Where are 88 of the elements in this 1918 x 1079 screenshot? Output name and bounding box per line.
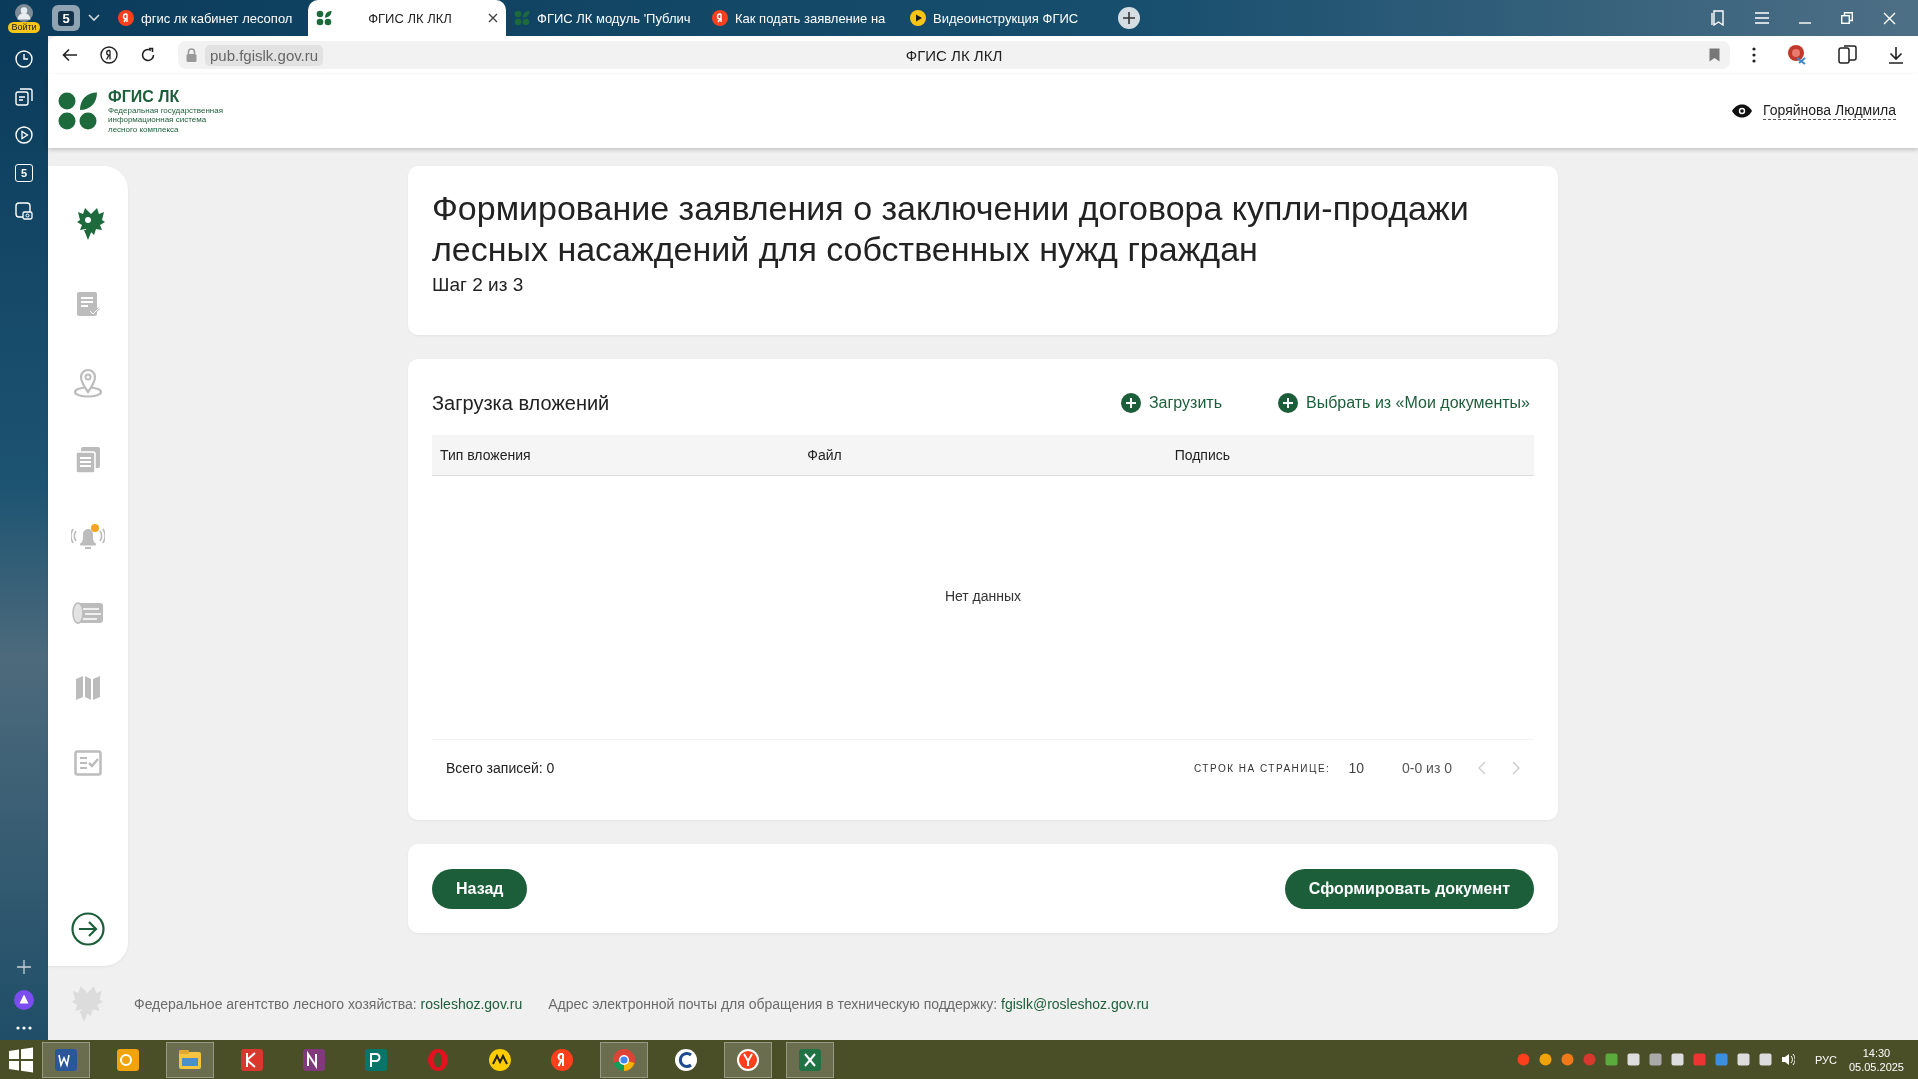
sidebar-panel-icon[interactable] — [1838, 45, 1858, 65]
tray-icon[interactable] — [1560, 1053, 1574, 1066]
start-windows-icon[interactable] — [8, 1046, 34, 1073]
logo-title: ФГИС ЛК — [108, 87, 181, 106]
tray-icon[interactable] — [1538, 1053, 1552, 1066]
column-header: Тип вложения — [439, 447, 532, 463]
rows-per-page-select[interactable]: 10 — [1348, 760, 1364, 776]
tray-icon[interactable] — [1604, 1053, 1618, 1066]
step-indicator: Шаг 2 из 3 — [432, 274, 524, 296]
kebab-menu-icon[interactable] — [1752, 47, 1756, 63]
tray-icon[interactable] — [1648, 1053, 1662, 1066]
profile-avatar-icon[interactable] — [15, 3, 33, 22]
new-tab-button[interactable] — [1118, 7, 1140, 29]
taskbar-app-icon[interactable] — [786, 1041, 834, 1078]
more-dots-icon[interactable] — [16, 1026, 32, 1030]
page-heading: Формирование заявления о заключении договора купли-продажи лесных насаждений для собственных нужд граждан — [432, 188, 1470, 270]
close-icon[interactable] — [488, 13, 498, 23]
column-header: Подпись — [1173, 447, 1232, 463]
download-icon[interactable] — [1888, 46, 1904, 64]
page-range: 0-0 из 0 — [1401, 760, 1452, 776]
counter-badge[interactable]: 5 — [15, 164, 33, 182]
tray-icon[interactable] — [1758, 1053, 1772, 1066]
plus-icon — [1123, 12, 1135, 24]
browser-tab[interactable]: фгис лк кабинет лесопол — [110, 0, 308, 36]
total-count: Всего записей: 0 — [446, 760, 555, 776]
back-arrow-icon[interactable] — [62, 48, 78, 62]
chevron-down-icon[interactable] — [88, 14, 100, 22]
tray-icon[interactable] — [1670, 1053, 1684, 1066]
bookmark-icon[interactable] — [1709, 48, 1720, 62]
arrow-circle-icon[interactable] — [71, 912, 105, 946]
taskbar-app-icon[interactable] — [42, 1041, 90, 1078]
four-leaf-logo-icon — [514, 10, 530, 26]
logo-subtitle: Федеральная государственная — [108, 105, 223, 116]
tray-icon[interactable] — [1626, 1053, 1640, 1066]
plus-icon[interactable] — [17, 960, 31, 974]
page-title: ФГИС ЛК ЛКЛ — [905, 46, 1003, 64]
rows-per-page-label: СТРОК НА СТРАНИЦЕ: — [1193, 762, 1331, 774]
yandex-logo-icon[interactable] — [100, 46, 118, 64]
tray-icon[interactable] — [1714, 1053, 1728, 1066]
yandex-favicon-icon — [118, 10, 134, 26]
clock[interactable]: 14:30 05.05.2025 — [1848, 1045, 1904, 1074]
footer-link[interactable]: rosleshoz.gov.ru — [420, 995, 523, 1012]
footer-text: Федеральное агентство лесного хозяйства: rosleshoz.gov.ru — [134, 995, 523, 1012]
user-name-link[interactable]: Горяйнова Людмила — [1763, 102, 1896, 120]
submit-button[interactable]: Сформировать документ — [1284, 868, 1534, 909]
four-leaf-logo-icon — [58, 91, 98, 131]
play-favicon-icon — [910, 10, 926, 26]
screenshot-camera-icon[interactable] — [15, 202, 33, 220]
footer-link[interactable]: fgislk@rosleshoz.gov.ru — [1001, 995, 1149, 1012]
play-icon[interactable] — [15, 126, 33, 144]
tray-icon[interactable] — [1736, 1053, 1750, 1066]
taskbar-app-icon[interactable] — [724, 1041, 772, 1078]
extension-badge-icon[interactable] — [1786, 44, 1808, 66]
browser-tab[interactable]: Как подать заявление на — [704, 0, 902, 36]
address-field[interactable]: pub.fgislk.gov.ru ФГИС ЛК ЛКЛ — [178, 41, 1730, 69]
plus-circle-icon — [1278, 393, 1298, 413]
four-leaf-logo-icon — [316, 10, 332, 26]
bookmarks-icon[interactable] — [1711, 10, 1725, 26]
checklist-icon[interactable] — [74, 750, 102, 776]
logo-subtitle: лесного комплекса — [108, 124, 180, 135]
document-check-icon[interactable] — [74, 290, 102, 318]
assistant-icon[interactable] — [14, 990, 34, 1010]
footer-text: Адрес электронной почты для обращения в техническую поддержку: fgislk@rosleshoz.gov.ru — [548, 995, 1149, 1012]
tab-count-button[interactable]: 5 — [52, 5, 80, 31]
section-heading: Загрузка вложений — [432, 391, 611, 415]
taskbar-app-icon[interactable] — [166, 1041, 214, 1078]
yandex-favicon-icon — [712, 10, 728, 26]
add-link-button[interactable]: Загрузить — [1116, 389, 1226, 417]
browser-tab[interactable]: ФГИС ЛК ЛКЛ — [308, 0, 506, 36]
taskbar-app-icon[interactable] — [600, 1041, 648, 1078]
menu-icon[interactable] — [1755, 12, 1769, 24]
collections-icon[interactable] — [15, 88, 33, 106]
browser-tab[interactable]: ФГИС ЛК модуль 'Публич — [506, 0, 704, 36]
empty-message: Нет данных — [944, 587, 1022, 604]
speaker-icon[interactable] — [1780, 1053, 1795, 1066]
language-indicator[interactable]: РУС — [1814, 1053, 1837, 1066]
history-icon[interactable] — [15, 50, 33, 68]
lock-icon — [186, 48, 197, 62]
logo-subtitle: информационная система — [108, 115, 208, 125]
back-button[interactable]: Назад — [432, 868, 528, 909]
browser-tab[interactable]: Видеоинструкция ФГИС — [902, 0, 1100, 36]
plus-circle-icon — [1120, 393, 1141, 413]
eye-icon — [1731, 104, 1754, 118]
sign-in-label[interactable]: Войти — [8, 21, 40, 33]
reload-icon[interactable] — [140, 47, 156, 63]
restore-icon[interactable] — [1841, 12, 1853, 24]
column-header: Файл — [806, 447, 843, 463]
add-link-button[interactable]: Выбрать из «Мои документы» — [1274, 389, 1534, 417]
